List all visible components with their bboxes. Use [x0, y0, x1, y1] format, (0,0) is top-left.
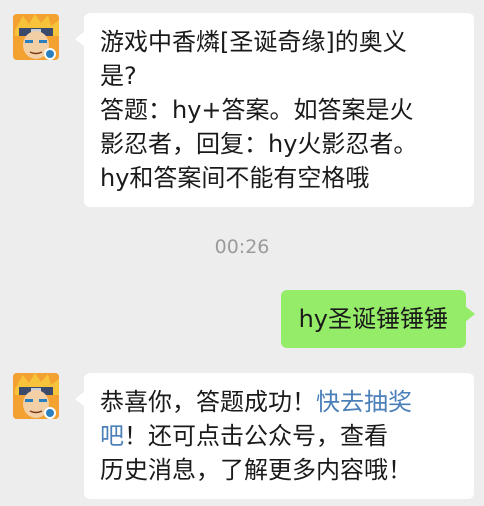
message-line: 恭喜你，答题成功！快去抽奖	[100, 385, 460, 419]
ninja-avatar-icon	[13, 373, 59, 419]
message-line: 吧！还可点击公众号，查看	[100, 419, 460, 453]
message-line: 是?	[100, 62, 137, 90]
lottery-link[interactable]: 吧	[100, 422, 124, 450]
avatar[interactable]	[13, 373, 59, 419]
message-timestamp: 00:26	[214, 236, 270, 258]
lottery-link[interactable]: 快去抽奖	[316, 388, 412, 416]
incoming-message-bubble[interactable]: 游戏中香燐[圣诞奇缘]的奥义 是? 答题：hy+答案。如答案是火 影忍者，回复：…	[75, 13, 474, 207]
message-line: 历史消息，了解更多内容哦！	[100, 456, 412, 484]
message-line: 答题：hy+答案。如答案是火	[100, 96, 414, 124]
ninja-avatar-icon	[13, 14, 59, 60]
message-text: 恭喜你，答题成功！	[100, 388, 316, 416]
incoming-message-bubble[interactable]: 恭喜你，答题成功！快去抽奖 吧！还可点击公众号，查看 历史消息，了解更多内容哦！	[75, 373, 474, 499]
message-line: hy和答案间不能有空格哦	[100, 164, 370, 192]
outgoing-message-bubble[interactable]: hy圣诞锤锤锤	[280, 290, 476, 348]
message-text: hy圣诞锤锤锤	[298, 305, 448, 333]
message-line: 影忍者，回复：hy火影忍者。	[100, 130, 418, 158]
message-line: 游戏中香燐[圣诞奇缘]的奥义	[100, 28, 407, 56]
avatar[interactable]	[13, 14, 59, 60]
message-text: ！还可点击公众号，查看	[124, 422, 388, 450]
